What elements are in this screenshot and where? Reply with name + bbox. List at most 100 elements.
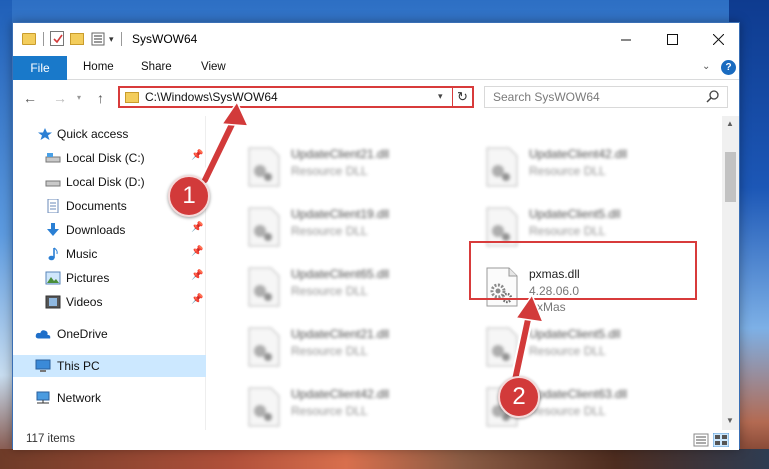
help-icon[interactable]: ? <box>721 60 736 75</box>
sidebar-item-label: OneDrive <box>57 327 108 341</box>
recent-locations-icon[interactable]: ▾ <box>77 93 81 102</box>
file-type: Resource DLL <box>529 344 606 358</box>
sidebar-item-label: Music <box>66 247 98 261</box>
file-tile[interactable]: UpdateClient21.dll Resource DLL <box>237 143 457 193</box>
sidebar-item-pictures[interactable]: Pictures 📌 <box>13 267 206 289</box>
desktop-background-bottom <box>0 449 769 469</box>
large-icons-view-icon[interactable] <box>713 433 729 447</box>
item-count: 117 items <box>26 433 76 445</box>
address-divider <box>452 88 453 106</box>
sidebar-item-downloads[interactable]: Downloads 📌 <box>13 219 206 241</box>
up-arrow-icon[interactable]: ↑ <box>97 90 104 106</box>
pin-icon[interactable]: 📌 <box>191 150 203 161</box>
maximize-button[interactable] <box>649 23 695 56</box>
file-explorer-window: ▾ SysWOW64 File Home Share View ⌄ ? ← → … <box>12 22 740 450</box>
download-icon <box>47 223 59 236</box>
network-icon <box>36 391 50 404</box>
toolbar-divider <box>43 32 44 46</box>
file-type: Resource DLL <box>291 344 368 358</box>
details-view-icon[interactable] <box>693 433 709 447</box>
computer-icon <box>35 359 51 372</box>
file-highlight-box <box>469 241 697 300</box>
pin-icon[interactable]: 📌 <box>191 246 203 257</box>
search-input[interactable]: Search SysWOW64 <box>484 86 728 108</box>
address-dropdown-icon[interactable]: ▾ <box>438 91 443 102</box>
sidebar-item-videos[interactable]: Videos 📌 <box>13 291 206 313</box>
file-type: Resource DLL <box>529 164 606 178</box>
scroll-down-icon[interactable]: ▼ <box>726 416 734 425</box>
expand-ribbon-icon[interactable]: ⌄ <box>702 61 710 72</box>
tab-home[interactable]: Home <box>83 61 114 73</box>
refresh-icon[interactable]: ↻ <box>457 89 468 105</box>
sidebar-item-label: Downloads <box>66 223 126 237</box>
dll-file-icon <box>248 387 280 427</box>
sidebar-item-onedrive[interactable]: OneDrive <box>13 323 206 345</box>
new-folder-icon[interactable] <box>70 33 84 45</box>
window-title: SysWOW64 <box>132 32 198 46</box>
close-button[interactable] <box>695 23 741 56</box>
dll-file-icon <box>248 207 280 247</box>
scroll-up-icon[interactable]: ▲ <box>726 119 734 128</box>
file-tile[interactable]: UpdateClient19.dll Resource DLL <box>237 203 457 253</box>
cloud-icon <box>35 330 51 339</box>
sidebar-item-network[interactable]: Network <box>13 387 206 409</box>
documents-icon <box>47 199 59 213</box>
file-tile[interactable]: UpdateClient21.dll Resource DLL <box>237 323 457 373</box>
callout-marker-2: 2 <box>498 376 540 418</box>
sidebar-item-label: Quick access <box>57 127 129 141</box>
properties-check-icon[interactable] <box>50 31 64 46</box>
dll-file-icon <box>248 267 280 307</box>
drive-icon <box>45 153 61 163</box>
file-type: Resource DLL <box>529 224 606 238</box>
tab-view[interactable]: View <box>201 61 226 73</box>
file-tile[interactable]: UpdateClient65.dll Resource DLL <box>237 263 457 313</box>
file-name: UpdateClient19.dll <box>291 207 390 221</box>
customize-quick-access-icon[interactable]: ▾ <box>109 34 114 50</box>
dll-file-icon <box>248 327 280 367</box>
pin-icon[interactable]: 📌 <box>191 270 203 281</box>
file-tile[interactable]: UpdateClient5.dll Resource DLL <box>475 323 695 373</box>
dll-file-icon <box>248 147 280 187</box>
star-icon <box>38 128 52 140</box>
file-description: PxMas <box>529 300 566 314</box>
navigation-pane: Quick access Local Disk (C:) 📌 Local Dis… <box>13 116 206 430</box>
address-bar[interactable]: C:\Windows\SysWOW64 ▾ ↻ <box>118 86 474 108</box>
file-name: UpdateClient42.dll <box>291 387 390 401</box>
pin-icon[interactable]: 📌 <box>191 222 203 233</box>
toolbar-divider <box>121 32 122 46</box>
file-type: Resource DLL <box>291 164 368 178</box>
sidebar-item-quick-access[interactable]: Quick access <box>13 123 206 145</box>
tab-file[interactable]: File <box>13 56 67 80</box>
minimize-button[interactable] <box>603 23 649 56</box>
file-tile[interactable]: UpdateClient42.dll Resource DLL <box>475 143 695 193</box>
properties-list-icon[interactable] <box>91 32 105 46</box>
address-path[interactable]: C:\Windows\SysWOW64 <box>145 90 278 104</box>
back-arrow-icon[interactable]: ← <box>23 90 37 106</box>
sidebar-item-this-pc[interactable]: This PC <box>13 355 206 377</box>
file-type: Resource DLL <box>291 284 368 298</box>
file-name: UpdateClient42.dll <box>529 147 628 161</box>
tab-share[interactable]: Share <box>141 61 172 73</box>
scroll-thumb[interactable] <box>725 152 736 202</box>
title-bar: ▾ SysWOW64 <box>13 23 739 56</box>
ribbon-tabs: File Home Share View ⌄ ? <box>13 56 739 80</box>
sidebar-item-music[interactable]: Music 📌 <box>13 243 206 265</box>
callout-marker-1: 1 <box>168 175 210 217</box>
forward-arrow-icon[interactable]: → <box>53 90 67 106</box>
status-bar: 117 items <box>13 430 739 450</box>
file-name: UpdateClient5.dll <box>529 327 621 341</box>
file-name: UpdateClient65.dll <box>291 267 390 281</box>
file-type: Resource DLL <box>529 404 606 418</box>
search-icon[interactable] <box>706 89 720 103</box>
file-name: UpdateClient5.dll <box>529 207 621 221</box>
pin-icon[interactable]: 📌 <box>191 294 203 305</box>
sidebar-item-label: Pictures <box>66 271 110 285</box>
file-type: Resource DLL <box>291 404 368 418</box>
folder-icon <box>125 92 139 103</box>
vertical-scrollbar[interactable]: ▲ ▼ <box>722 116 739 430</box>
search-placeholder: Search SysWOW64 <box>493 90 600 104</box>
file-tile[interactable]: UpdateClient42.dll Resource DLL <box>237 383 457 430</box>
sidebar-item-label: Local Disk (C:) <box>66 151 145 165</box>
navigation-bar: ← → ▾ ↑ C:\Windows\SysWOW64 ▾ ↻ Search S… <box>13 81 739 115</box>
sidebar-item-local-disk-c[interactable]: Local Disk (C:) 📌 <box>13 147 206 169</box>
